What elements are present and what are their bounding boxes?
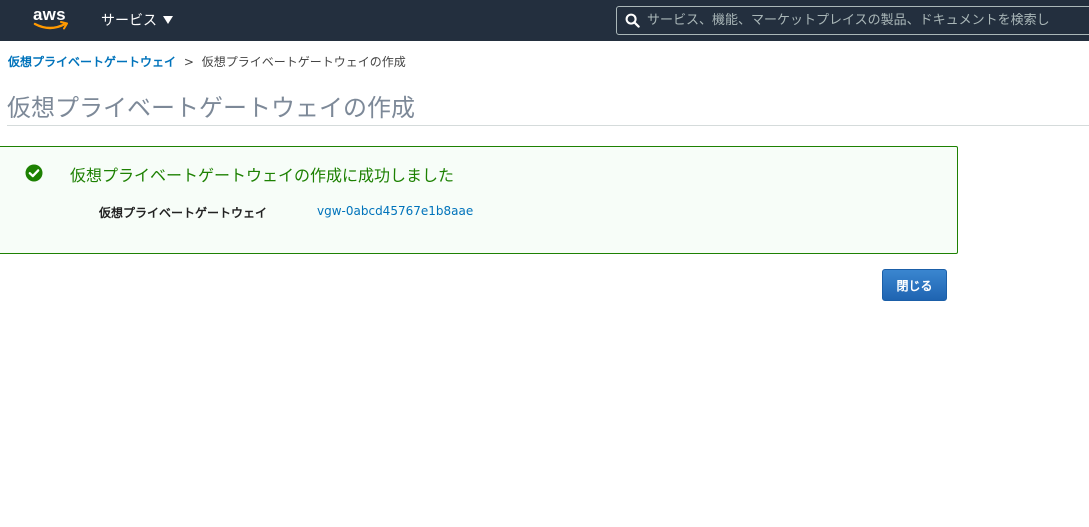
close-button[interactable]: 閉じる xyxy=(882,269,947,301)
breadcrumb-current: 仮想プライベートゲートウェイの作成 xyxy=(201,55,406,69)
success-alert: 仮想プライベートゲートウェイの作成に成功しました 仮想プライベートゲートウェイ … xyxy=(0,146,958,254)
vpg-id-link[interactable]: vgw-0abcd45767e1b8aae xyxy=(317,204,473,218)
caret-down-icon xyxy=(163,16,173,24)
top-navigation-bar: aws サービス xyxy=(0,0,1089,41)
global-search[interactable] xyxy=(616,6,1089,35)
services-menu[interactable]: サービス xyxy=(101,10,173,30)
check-circle-icon xyxy=(25,164,43,182)
alert-title: 仮想プライベートゲートウェイの作成に成功しました xyxy=(70,166,455,185)
breadcrumb: 仮想プライベートゲートウェイ > 仮想プライベートゲートウェイの作成 xyxy=(8,53,406,70)
aws-smile-icon xyxy=(33,21,68,30)
title-divider xyxy=(7,125,1089,126)
aws-logo[interactable]: aws xyxy=(33,6,71,34)
search-input[interactable] xyxy=(647,13,1089,28)
services-label: サービス xyxy=(101,13,157,29)
search-icon xyxy=(617,7,647,34)
breadcrumb-link-vpg[interactable]: 仮想プライベートゲートウェイ xyxy=(8,55,176,69)
page-title: 仮想プライベートゲートウェイの作成 xyxy=(7,94,415,122)
vpg-label: 仮想プライベートゲートウェイ xyxy=(99,206,268,220)
breadcrumb-separator: > xyxy=(183,55,194,69)
